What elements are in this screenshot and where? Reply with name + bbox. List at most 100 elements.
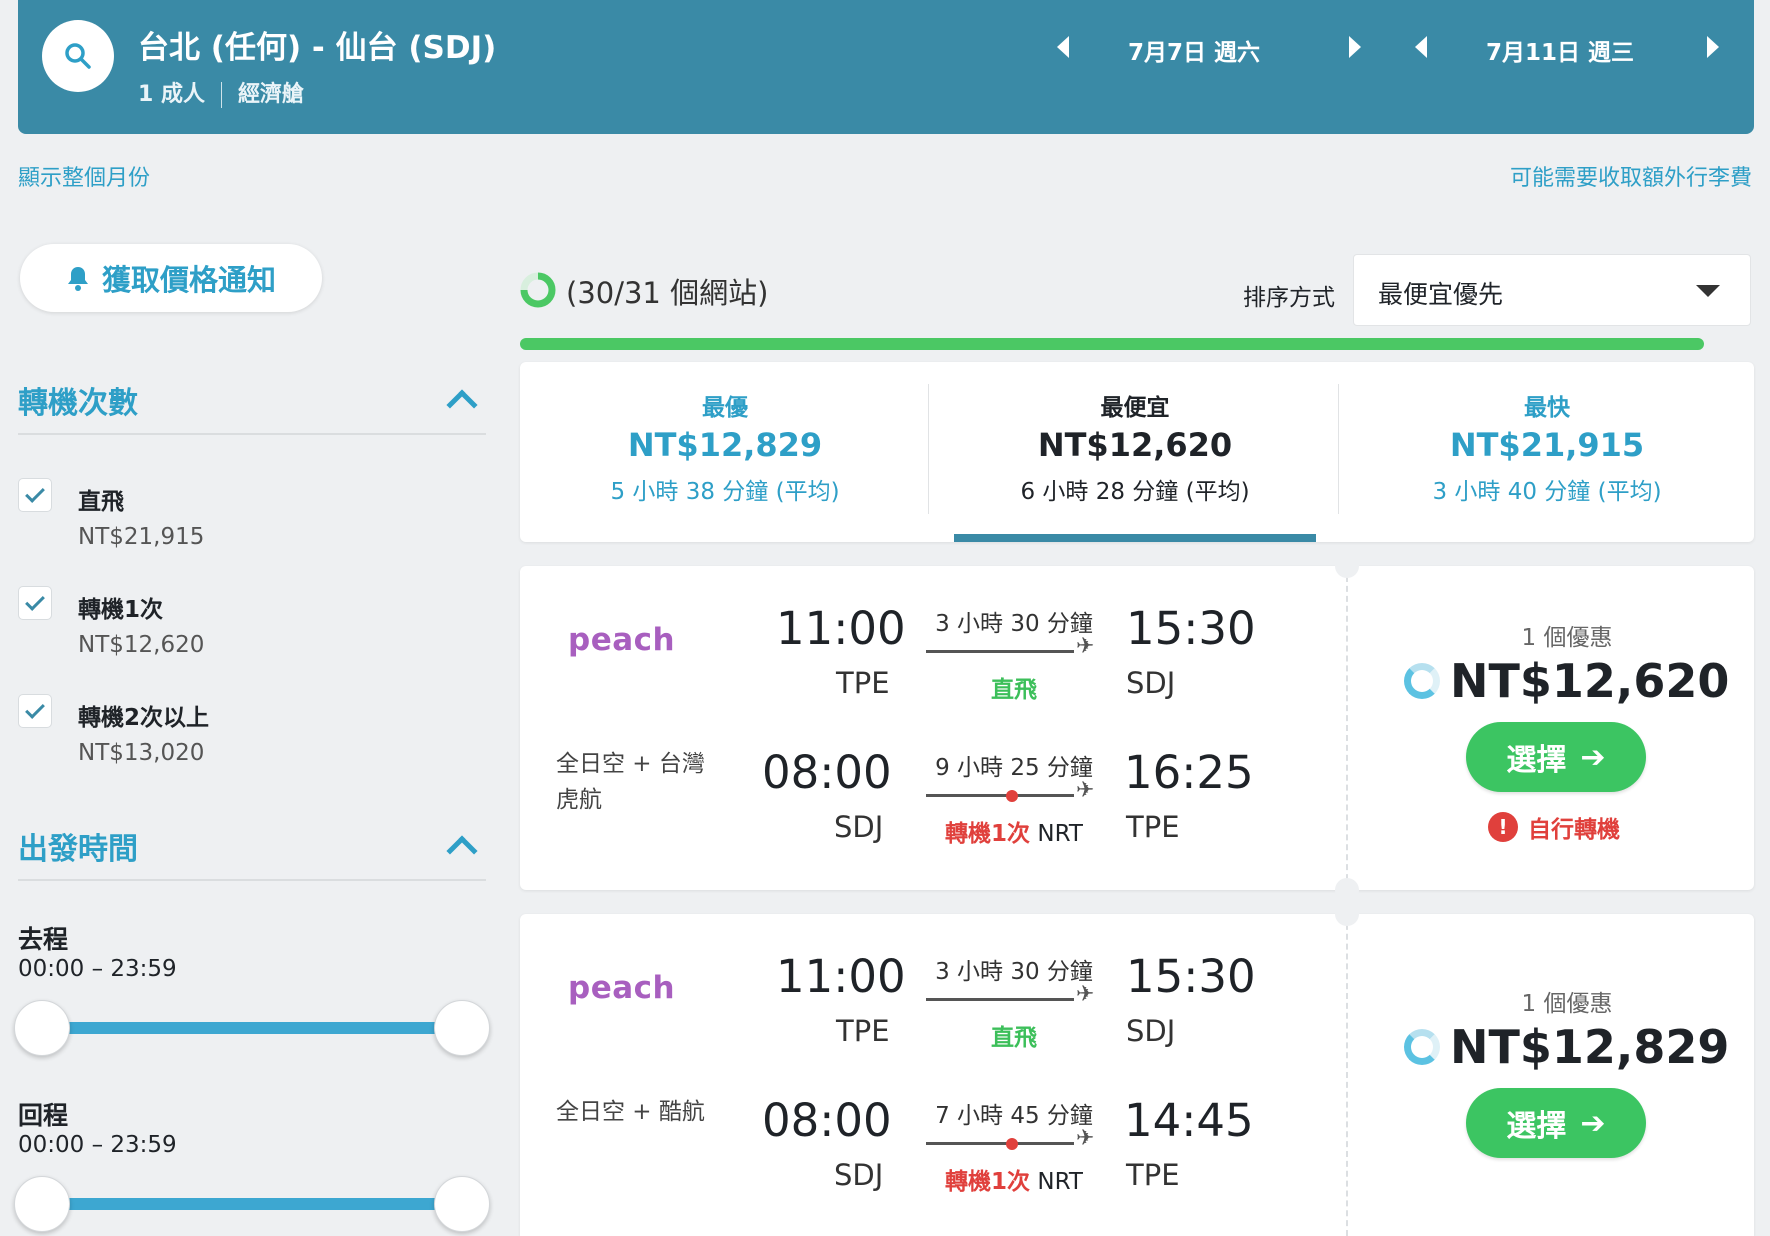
airplane-icon: ✈ [1076,778,1095,803]
sort-selected-value: 最便宜優先 [1378,280,1504,309]
chevron-right-icon [1349,36,1361,58]
info-alert-icon: ! [1488,812,1518,842]
card-perforation [1346,914,1348,1236]
loading-spinner-icon [520,272,556,308]
tab-price: NT$12,620 [1037,426,1233,464]
return-slider-end-handle[interactable] [434,1176,490,1232]
next-depart-date-button[interactable] [1340,32,1370,62]
next-return-date-button[interactable] [1698,32,1728,62]
flight-path-line [926,650,1074,653]
select-button[interactable]: 選擇 ➔ [1466,1088,1646,1158]
inbound-airlines: 全日空 + 酷航 [556,1099,705,1125]
prev-return-date-button[interactable] [1406,32,1436,62]
tab-duration: 6 小時 28 分鐘 (平均) [1020,479,1250,505]
return-date[interactable]: 7月11日 週三 [1486,33,1634,67]
stops-option-label[interactable]: 轉機2次以上 [78,698,209,732]
layover-airport: NRT [1037,821,1083,847]
sort-summary-tabs: 最優 NT$12,829 5 小時 38 分鐘 (平均) 最便宜 NT$12,6… [520,362,1754,542]
inbound-airlines: 全日空 + 台灣虎航 [556,751,705,813]
checkmark-icon [25,699,45,719]
return-time-range: 00:00 – 23:59 [18,1132,177,1158]
tab-best[interactable]: 最優 NT$12,829 5 小時 38 分鐘 (平均) [520,362,930,542]
outbound-arrival-time: 15:30 [1126,950,1256,1003]
active-tab-indicator [954,534,1316,542]
sort-dropdown[interactable]: 最便宜優先 [1353,254,1751,326]
stops-option-label[interactable]: 直飛 [78,482,124,516]
outbound-time-slider-track[interactable] [42,1022,462,1034]
flight-path-line [926,998,1074,1001]
search-progress-bar [520,338,1704,350]
inbound-departure-airport: SDJ [834,810,884,844]
loading-spinner-icon [1404,1029,1440,1065]
stops-checkbox-two-plus[interactable] [18,694,52,728]
tab-price: NT$21,915 [1449,426,1645,464]
warning-label: 自行轉機 [1528,817,1620,843]
section-divider [18,879,486,881]
outbound-duration: 3 小時 30 分鐘 [935,611,1093,637]
checkmark-icon [25,591,45,611]
price-alert-button[interactable]: 獲取價格通知 [20,244,322,312]
stop-count: 轉機1次 [945,1169,1031,1195]
flight-result-card[interactable]: peach 11:00 TPE 3 小時 30 分鐘 ✈ 直飛 15:30 SD… [520,902,1754,1236]
card-notch [1335,902,1359,926]
airline-logo-peach: peach [568,970,676,1006]
outbound-arrival-airport: SDJ [1126,666,1176,700]
result-price: NT$12,829 [1450,1020,1730,1074]
collapse-chevron-icon[interactable] [446,835,478,867]
flight-result-card[interactable]: peach 11:00 TPE 3 小時 30 分鐘 ✈ 直飛 15:30 SD… [520,554,1754,902]
self-transfer-warning[interactable]: ! 自行轉機 [1488,810,1620,844]
price-alert-label: 獲取價格通知 [101,263,276,297]
return-time-slider-track[interactable] [42,1198,462,1210]
route-title[interactable]: 台北 (任何) - 仙台 (SDJ) [138,22,496,67]
outbound-slider-end-handle[interactable] [434,1000,490,1056]
layover-airport: NRT [1037,1169,1083,1195]
passenger-cabin-info[interactable]: 1 成人 經濟艙 [138,76,304,108]
result-price: NT$12,620 [1450,654,1730,708]
tab-divider [1338,384,1339,514]
stops-option-price: NT$13,020 [78,740,205,766]
show-whole-month-link[interactable]: 顯示整個月份 [18,160,150,192]
return-slider-start-handle[interactable] [14,1176,70,1232]
tab-title: 最優 [702,395,748,421]
tab-cheapest[interactable]: 最便宜 NT$12,620 6 小時 28 分鐘 (平均) [930,362,1340,542]
tab-title: 最快 [1524,395,1570,421]
outbound-duration: 3 小時 30 分鐘 [935,959,1093,985]
cabin-class: 經濟艙 [237,82,304,107]
collapse-chevron-icon[interactable] [446,389,478,421]
divider [220,82,222,108]
inbound-arrival-airport: TPE [1126,810,1180,844]
inbound-duration: 9 小時 25 分鐘 [935,755,1093,781]
inbound-stops: 轉機1次 NRT [924,1162,1104,1196]
deal-count[interactable]: 1 個優惠 [1380,984,1754,1018]
baggage-fee-link[interactable]: 可能需要收取額外行李費 [1510,160,1752,192]
inbound-arrival-time: 14:45 [1124,1094,1254,1147]
tab-fastest[interactable]: 最快 NT$21,915 3 小時 40 分鐘 (平均) [1342,362,1752,542]
layover-dot [1006,790,1018,802]
outbound-time-range: 00:00 – 23:59 [18,956,177,982]
loading-spinner-icon [1404,663,1440,699]
search-button[interactable] [42,20,114,92]
depart-time-filter-title[interactable]: 出發時間 [18,824,138,868]
stops-option-price: NT$21,915 [78,524,205,550]
select-button[interactable]: 選擇 ➔ [1466,722,1646,792]
prev-depart-date-button[interactable] [1048,32,1078,62]
card-perforation [1346,566,1348,890]
stops-option-label[interactable]: 轉機1次 [78,590,163,624]
select-label: 選擇 [1506,743,1567,778]
outbound-time-label: 去程 [18,925,69,954]
flight-path-line [926,1142,1074,1145]
stops-filter-title[interactable]: 轉機次數 [18,378,138,422]
arrow-right-icon: ➔ [1580,739,1606,775]
stops-checkbox-one-stop[interactable] [18,586,52,620]
outbound-slider-start-handle[interactable] [14,1000,70,1056]
outbound-departure-airport: TPE [836,1014,890,1048]
search-icon [65,43,91,69]
outbound-departure-airport: TPE [836,666,890,700]
deal-count[interactable]: 1 個優惠 [1380,618,1754,652]
depart-date[interactable]: 7月7日 週六 [1128,33,1260,67]
outbound-departure-time: 11:00 [776,602,906,655]
chevron-right-icon [1707,36,1719,58]
stops-checkbox-direct[interactable] [18,478,52,512]
outbound-stops: 直飛 [991,677,1037,703]
tab-divider [928,384,929,514]
